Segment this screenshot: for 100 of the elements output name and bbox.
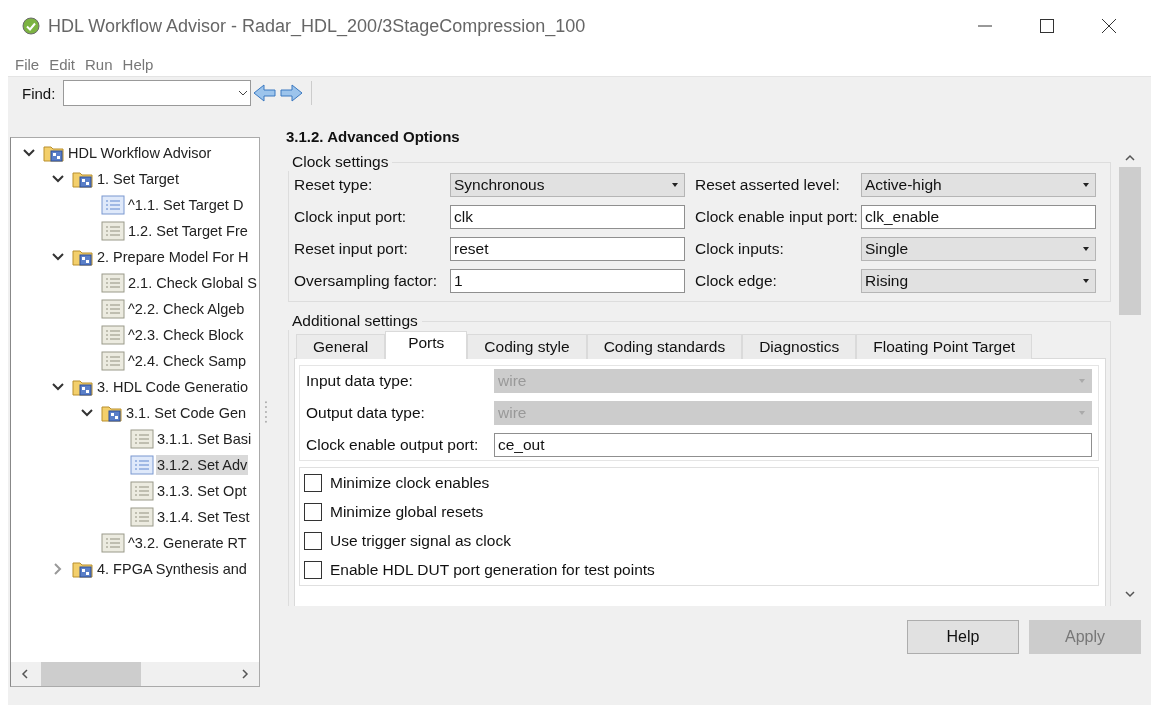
tab[interactable]: Coding style <box>467 334 587 359</box>
tree-item[interactable]: ^1.1. Set Target D <box>127 195 245 215</box>
dialog-button[interactable]: Help <box>907 620 1019 654</box>
tree-item[interactable]: 1. Set Target <box>96 169 180 189</box>
dropdown[interactable]: Active-high <box>861 173 1096 197</box>
list-icon <box>101 325 125 345</box>
text-field[interactable]: 1 <box>450 269 685 293</box>
menu-item[interactable]: File <box>15 55 40 73</box>
checkbox-label: Enable HDL DUT port generation for test points <box>330 561 655 579</box>
maximize-icon[interactable] <box>1039 18 1055 34</box>
text-field[interactable]: ce_out <box>494 433 1092 457</box>
tree-item[interactable]: 3.1.4. Set Test <box>156 507 251 527</box>
tree-item[interactable]: ^3.2. Generate RT <box>127 533 248 553</box>
back-arrow-icon[interactable] <box>253 83 278 103</box>
checkbox-label: Minimize global resets <box>330 503 484 521</box>
tree-item[interactable]: 2. Prepare Model For H <box>96 247 250 267</box>
group-title: Additional settings <box>291 312 419 330</box>
list-icon <box>101 273 125 293</box>
caret-icon <box>672 183 678 187</box>
chevron-left-icon[interactable] <box>21 669 29 679</box>
chevron-down-icon[interactable] <box>23 149 35 157</box>
window-title: HDL Workflow Advisor - Radar_HDL_200/3StageCompression_100 <box>48 15 586 37</box>
menu-item[interactable]: Edit <box>49 55 76 73</box>
folder-icon <box>72 377 94 397</box>
chevron-up-icon[interactable] <box>1125 154 1135 161</box>
dropdown[interactable]: Synchronous <box>450 173 685 197</box>
tree-item[interactable]: 3. HDL Code Generatio <box>96 377 249 397</box>
find-label: Find: <box>22 84 56 102</box>
tab[interactable]: Floating Point Target <box>856 334 1033 359</box>
caret-icon <box>1079 411 1085 415</box>
chevron-right-icon[interactable] <box>52 563 64 575</box>
menu-item[interactable]: Help <box>122 55 154 73</box>
page-heading: 3.1.2. Advanced Options <box>286 128 461 145</box>
checkbox[interactable] <box>304 561 322 579</box>
check-icon <box>22 17 40 35</box>
horizontal-scrollbar[interactable] <box>11 662 260 686</box>
text-field[interactable]: clk <box>450 205 685 229</box>
chevron-down-icon[interactable] <box>52 383 64 391</box>
tree-item[interactable]: 3.1.2. Set Adv <box>156 455 249 475</box>
folder-icon <box>43 143 65 163</box>
field-label: Clock edge: <box>694 272 778 290</box>
tree-item[interactable]: 3.1. Set Code Gen <box>125 403 248 423</box>
checkbox-label: Use trigger signal as clock <box>330 532 511 550</box>
caret-icon <box>1083 279 1089 283</box>
field-label: Clock input port: <box>294 208 407 226</box>
field-label: Clock enable output port: <box>306 436 480 454</box>
tree-item[interactable]: 2.1. Check Global S <box>127 273 258 293</box>
tree-item[interactable]: 3.1.1. Set Basi <box>156 429 253 449</box>
menu-item[interactable]: Run <box>85 55 113 73</box>
list-icon <box>101 351 125 371</box>
list-icon <box>101 299 125 319</box>
tree-item[interactable]: HDL Workflow Advisor <box>67 143 213 163</box>
find-field[interactable] <box>63 80 252 106</box>
checkbox[interactable] <box>304 532 322 550</box>
tree-item[interactable]: ^2.4. Check Samp <box>127 351 248 371</box>
folder-icon <box>72 559 94 579</box>
tab[interactable]: Coding standards <box>586 334 743 359</box>
checkbox[interactable] <box>304 474 322 492</box>
tree-item[interactable]: ^2.3. Check Block <box>127 325 245 345</box>
field-label: Reset input port: <box>294 240 409 258</box>
dropdown[interactable]: Single <box>861 237 1096 261</box>
close-icon[interactable] <box>1101 18 1117 34</box>
field-label: Clock inputs: <box>694 240 785 258</box>
field-label: Reset type: <box>294 176 374 194</box>
folder-icon <box>101 403 123 423</box>
tree-item[interactable]: 1.2. Set Target Fre <box>127 221 249 241</box>
chevron-right-icon[interactable] <box>241 669 250 679</box>
text-field[interactable]: reset <box>450 237 685 261</box>
forward-arrow-icon[interactable] <box>279 83 304 103</box>
checkbox-label: Minimize clock enables <box>330 474 490 492</box>
text-field[interactable]: clk_enable <box>861 205 1096 229</box>
chevron-down-icon <box>238 90 249 96</box>
caret-icon <box>1079 379 1085 383</box>
caret-icon <box>1083 183 1089 187</box>
field-label: Input data type: <box>306 372 414 390</box>
group-title: Clock settings <box>291 153 390 171</box>
tab[interactable]: Ports <box>385 331 468 359</box>
tree-item[interactable]: 3.1.3. Set Opt <box>156 481 248 501</box>
field-label: Reset asserted level: <box>694 176 841 194</box>
field-label: Oversampling factor: <box>294 272 438 290</box>
dropdown[interactable]: Rising <box>861 269 1096 293</box>
tree-item[interactable]: ^2.2. Check Algeb <box>127 299 246 319</box>
chevron-down-icon[interactable] <box>52 253 64 261</box>
caret-icon <box>1083 247 1089 251</box>
tab[interactable]: Diagnostics <box>742 334 857 359</box>
checkbox[interactable] <box>304 503 322 521</box>
folder-icon <box>72 247 94 267</box>
field-label: Clock enable input port: <box>694 208 859 226</box>
tab[interactable]: General <box>296 334 386 359</box>
folder-icon <box>72 169 94 189</box>
splitter-grip-icon[interactable] <box>264 400 268 424</box>
chevron-down-icon[interactable] <box>52 175 64 183</box>
chevron-down-icon[interactable] <box>1125 591 1135 598</box>
field-label: Output data type: <box>306 404 426 422</box>
list-icon <box>130 481 154 501</box>
list-icon <box>130 507 154 527</box>
chevron-down-icon[interactable] <box>81 409 93 417</box>
list-icon <box>130 429 154 449</box>
tree-item[interactable]: 4. FPGA Synthesis and <box>96 559 248 579</box>
list-icon <box>101 533 125 553</box>
